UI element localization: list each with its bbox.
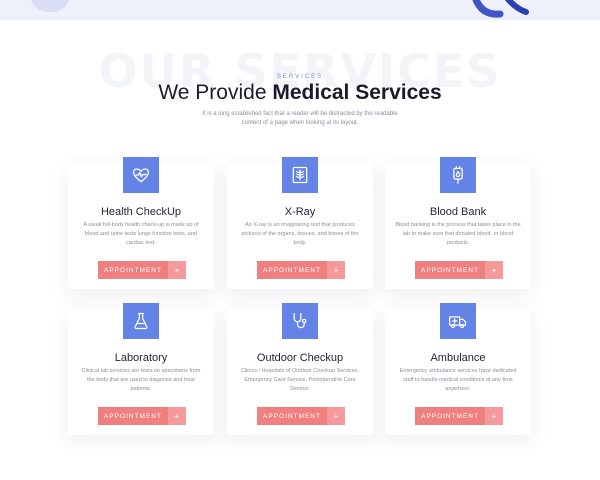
service-card-xray: X-Ray An X-ray is an imaginaring test th…	[227, 157, 373, 289]
plus-icon: +	[327, 261, 345, 279]
card-title: X-Ray	[284, 206, 316, 218]
decorative-shape	[472, 0, 529, 18]
service-card-blood-bank: Blood Bank Blood banking is the process …	[385, 157, 531, 289]
card-title: Health CheckUp	[100, 206, 182, 218]
heart-pulse-icon	[123, 157, 159, 193]
appointment-button[interactable]: APPOINTMENT +	[98, 261, 186, 279]
blood-bag-icon	[440, 157, 476, 193]
appointment-label: APPOINTMENT	[98, 261, 168, 279]
appointment-label: APPOINTMENT	[415, 407, 485, 425]
section-intro: It is a long established fact that a rea…	[202, 111, 398, 126]
card-description: Clinics / Hospitals of Outdoor Checkup S…	[240, 368, 360, 392]
card-description: Blood banking is the process that takes …	[395, 222, 521, 246]
card-title: Laboratory	[114, 352, 168, 364]
card-title: Outdoor Checkup	[256, 352, 344, 364]
plus-icon: +	[168, 407, 186, 425]
service-card-ambulance: Ambulance Emergency ambulance services h…	[385, 303, 531, 435]
service-card-health-checkup: Health CheckUp A usual full-body health …	[68, 157, 214, 289]
appointment-button[interactable]: APPOINTMENT +	[415, 261, 503, 279]
appointment-label: APPOINTMENT	[257, 407, 327, 425]
heading-light: We Provide	[158, 81, 267, 104]
section-heading: We Provide Medical Services	[0, 81, 600, 105]
plus-icon: +	[485, 407, 503, 425]
section-eyebrow: SERVICES	[276, 74, 324, 80]
card-title: Blood Bank	[429, 206, 487, 218]
service-card-laboratory: Laboratory Clinical lab services are tes…	[68, 303, 214, 435]
stethoscope-icon	[282, 303, 318, 339]
plus-icon: +	[327, 407, 345, 425]
card-description: A usual full-body health check-up is mad…	[83, 222, 199, 246]
plus-icon: +	[168, 261, 186, 279]
appointment-label: APPOINTMENT	[257, 261, 327, 279]
appointment-button[interactable]: APPOINTMENT +	[98, 407, 186, 425]
card-description: An X-ray is an imaginaring test that pro…	[241, 222, 359, 246]
card-description: Clinical lab services are tests on speci…	[81, 368, 201, 392]
appointment-button[interactable]: APPOINTMENT +	[257, 407, 345, 425]
card-description: Emergency ambulance services have dedica…	[399, 368, 517, 392]
xray-icon	[282, 157, 318, 193]
appointment-button[interactable]: APPOINTMENT +	[415, 407, 503, 425]
ambulance-icon	[440, 303, 476, 339]
appointment-label: APPOINTMENT	[415, 261, 485, 279]
appointment-button[interactable]: APPOINTMENT +	[257, 261, 345, 279]
service-card-outdoor-checkup: Outdoor Checkup Clinics / Hospitals of O…	[227, 303, 373, 435]
appointment-label: APPOINTMENT	[98, 407, 168, 425]
plus-icon: +	[485, 261, 503, 279]
heading-strong: Medical Services	[272, 81, 442, 104]
flask-icon	[123, 303, 159, 339]
card-title: Ambulance	[430, 352, 486, 364]
